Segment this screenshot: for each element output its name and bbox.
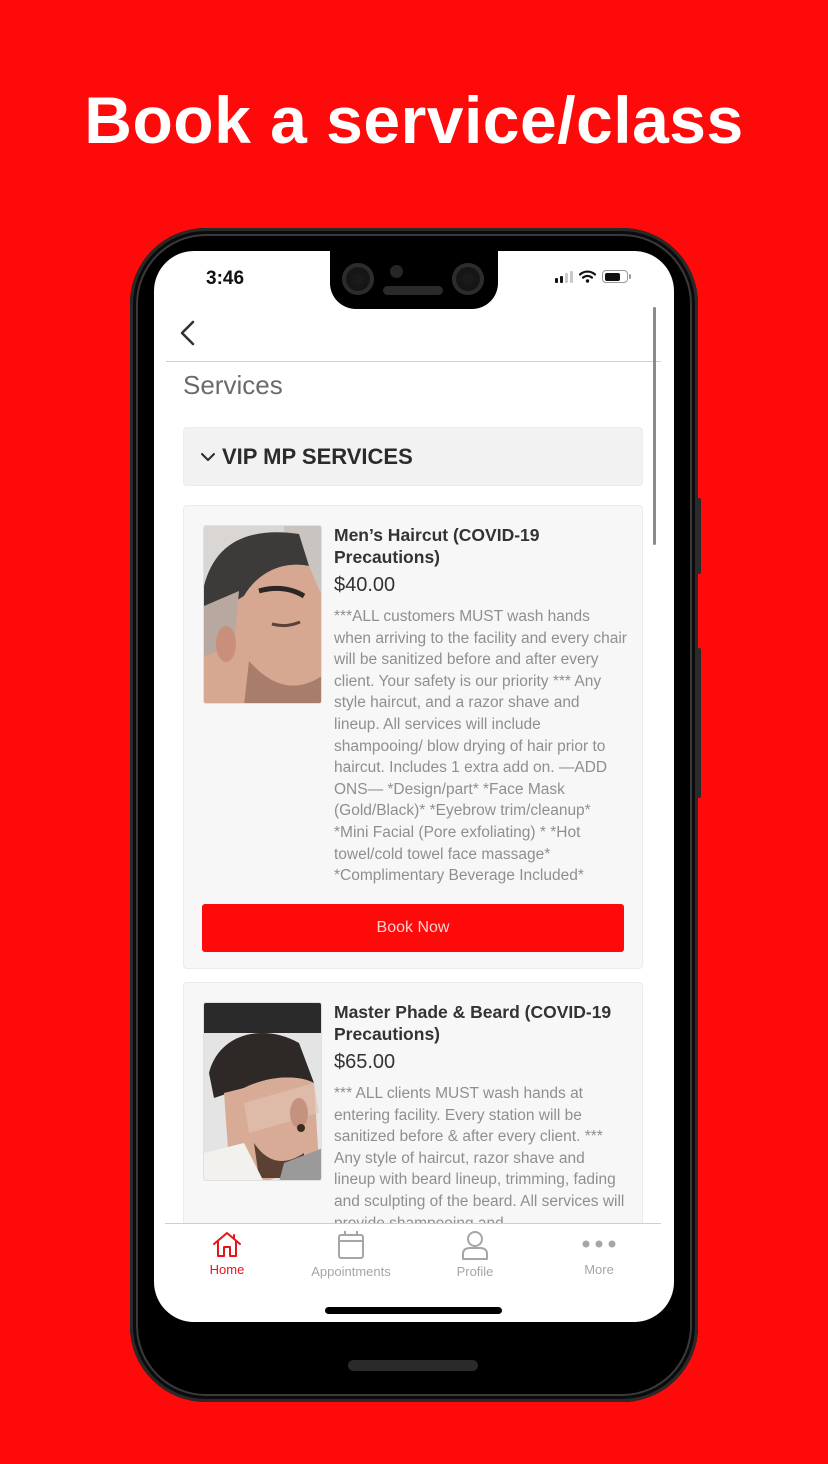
service-description: ***ALL customers MUST wash hands when ar… [334,608,627,885]
front-camera [452,263,484,295]
tab-home[interactable]: Home [165,1224,289,1291]
tab-more[interactable]: More [537,1224,661,1291]
book-now-button[interactable]: Book Now [202,904,624,952]
service-image [203,1002,322,1181]
home-icon [213,1232,241,1257]
service-card: Men’s Haircut (COVID-19 Precautions) $40… [183,505,643,969]
tab-label: Home [209,1262,245,1277]
service-description: *** ALL clients MUST wash hands at enter… [334,1085,625,1231]
haircut-photo [204,1003,321,1180]
category-label: VIP MP SERVICES [222,443,413,469]
tab-profile[interactable]: Profile [413,1224,537,1291]
tab-label: More [584,1262,614,1277]
phone-volume-button [696,648,701,798]
header-divider [166,361,661,362]
service-name: Men’s Haircut (COVID-19 Precautions) [334,525,540,567]
wifi-icon [579,270,596,283]
calendar-icon [338,1231,364,1259]
chevron-left-icon [180,320,195,346]
earpiece [383,286,443,295]
service-name: Master Phade & Beard (COVID-19 Precautio… [334,1002,612,1044]
person-icon [462,1231,488,1260]
phone-side-button [696,498,701,574]
page-title: Services [183,370,283,400]
bottom-tab-bar: Home Appointments Profile More [165,1223,661,1291]
proximity-sensor [390,265,403,278]
front-camera [342,263,374,295]
home-indicator[interactable] [325,1307,502,1314]
status-time: 3:46 [206,268,245,289]
tab-appointments[interactable]: Appointments [289,1224,413,1291]
signal-icon [555,270,573,283]
service-price: $40.00 [334,574,396,596]
service-price: $65.00 [334,1051,396,1073]
haircut-photo [204,526,321,703]
phone-speaker [348,1360,478,1371]
tab-label: Appointments [311,1264,391,1279]
service-image [203,525,322,704]
chevron-down-icon [201,452,215,461]
scrollbar[interactable] [653,307,656,545]
promo-headline: Book a service/class [84,83,744,157]
battery-icon [602,270,631,283]
back-button[interactable] [178,316,204,350]
more-dots-icon [582,1240,616,1248]
status-icons [555,270,631,283]
category-header[interactable]: VIP MP SERVICES [183,427,643,486]
service-card: Master Phade & Beard (COVID-19 Precautio… [183,982,643,1242]
tab-label: Profile [456,1264,494,1279]
